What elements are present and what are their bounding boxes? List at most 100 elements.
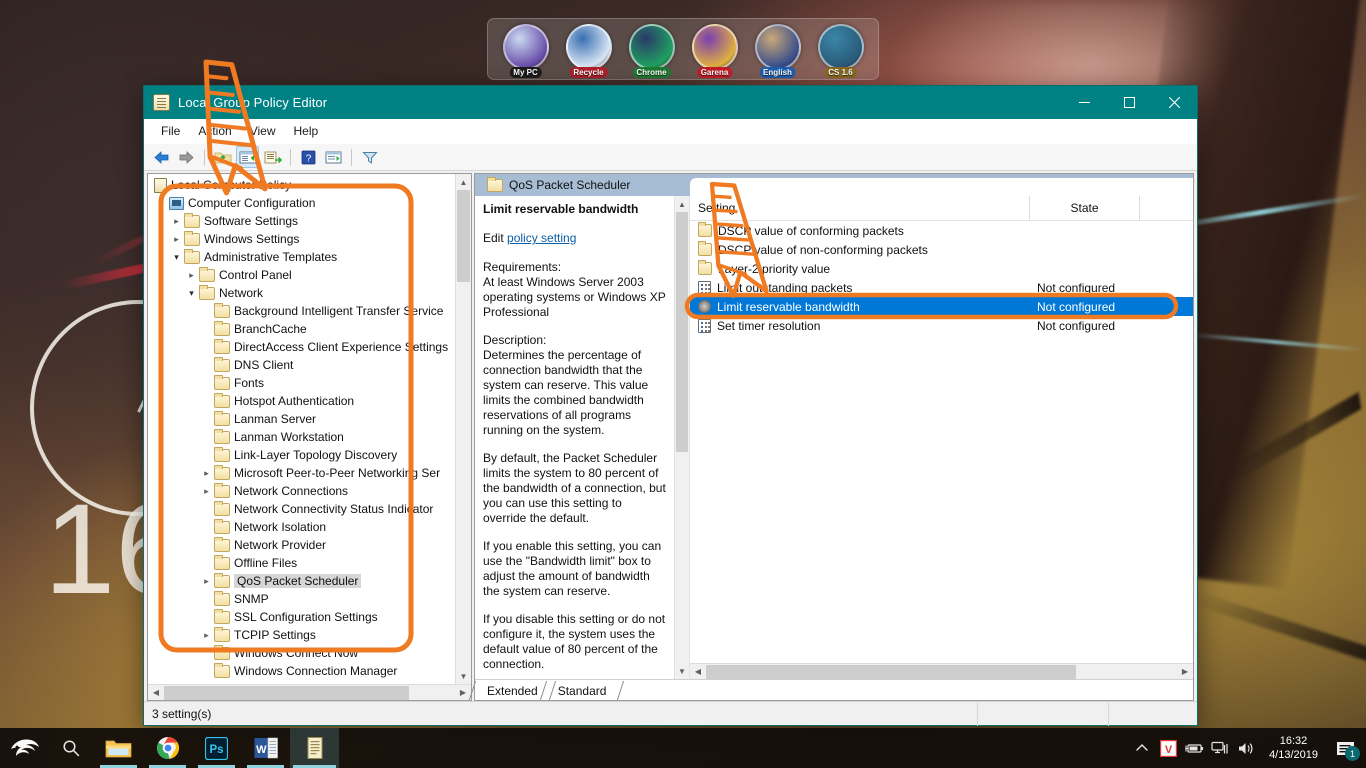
- kali-dragon-icon[interactable]: [0, 728, 48, 768]
- filter-icon[interactable]: [358, 146, 381, 168]
- tree-horizontal-scrollbar[interactable]: ◀ ▶: [148, 684, 471, 700]
- tree-hscroll-track[interactable]: [164, 685, 455, 701]
- table-row[interactable]: Limit reservable bandwidth Not configured: [690, 297, 1193, 316]
- battery-icon[interactable]: [1181, 728, 1207, 768]
- list-hscroll-thumb[interactable]: [706, 664, 1076, 679]
- menu-view[interactable]: View: [241, 121, 285, 141]
- taskbar-app-chrome[interactable]: [143, 728, 192, 768]
- tree-item-network[interactable]: ▾ Network: [148, 284, 455, 302]
- column-header-state[interactable]: State: [1030, 196, 1140, 220]
- tree-hscroll-thumb[interactable]: [164, 685, 409, 700]
- window-titlebar[interactable]: Local Group Policy Editor: [144, 86, 1197, 119]
- list-hscroll-track[interactable]: [706, 664, 1177, 680]
- taskbar-clock[interactable]: 16:32 4/13/2019: [1259, 734, 1328, 762]
- tree-item-microsoft-peer-to-peer-networking-ser[interactable]: ▸ Microsoft Peer-to-Peer Networking Ser: [148, 464, 455, 482]
- scroll-left-icon[interactable]: ◀: [148, 685, 164, 701]
- dock-item-cs-1-6[interactable]: CS 1.6: [813, 21, 869, 78]
- dock-item-english[interactable]: English: [750, 21, 806, 78]
- table-row[interactable]: Set timer resolution Not configured: [690, 316, 1193, 335]
- tab-extended[interactable]: Extended: [477, 681, 548, 700]
- chevron-down-icon[interactable]: ▾: [169, 248, 184, 266]
- list-scroll-left-icon[interactable]: ◀: [690, 664, 706, 680]
- forward-arrow-icon[interactable]: [175, 146, 198, 168]
- vlc-icon[interactable]: V: [1155, 728, 1181, 768]
- tree-item-hotspot-authentication[interactable]: Hotspot Authentication: [148, 392, 455, 410]
- tree-item-lanman-server[interactable]: Lanman Server: [148, 410, 455, 428]
- dock-item-recycle[interactable]: Recycle: [561, 21, 617, 78]
- show-hidden-icons-icon[interactable]: [1129, 728, 1155, 768]
- tree-item-directaccess-client-experience-settings[interactable]: DirectAccess Client Experience Settings: [148, 338, 455, 356]
- network-icon[interactable]: [1207, 728, 1233, 768]
- description-scroll-track[interactable]: [675, 212, 689, 663]
- tree-item-ssl-configuration-settings[interactable]: SSL Configuration Settings: [148, 608, 455, 626]
- tree-item-windows-connection-manager[interactable]: Windows Connection Manager: [148, 662, 455, 680]
- column-header-setting[interactable]: Setting: [690, 196, 1030, 220]
- taskbar-app-word[interactable]: W: [241, 728, 290, 768]
- list-scroll-right-icon[interactable]: ▶: [1177, 664, 1193, 680]
- tree-item-network-provider[interactable]: Network Provider: [148, 536, 455, 554]
- dock-item-my-pc[interactable]: My PC: [498, 21, 554, 78]
- description-scroll-thumb[interactable]: [676, 212, 688, 452]
- search-icon[interactable]: [48, 728, 94, 768]
- chevron-right-icon[interactable]: ▸: [199, 464, 214, 482]
- tree-item-background-intelligent-transfer-service[interactable]: Background Intelligent Transfer Service: [148, 302, 455, 320]
- scroll-down-icon[interactable]: ▼: [456, 668, 471, 684]
- tree-item-windows-settings[interactable]: ▸ Windows Settings: [148, 230, 455, 248]
- description-scroll-down-icon[interactable]: ▼: [675, 663, 689, 679]
- tree-scroll-thumb[interactable]: [457, 190, 470, 282]
- tree-item-network-connectivity-status-indicator[interactable]: Network Connectivity Status Indicator: [148, 500, 455, 518]
- tab-standard[interactable]: Standard: [548, 681, 617, 700]
- show-hide-tree-icon[interactable]: [236, 146, 259, 168]
- chevron-right-icon[interactable]: ▸: [199, 482, 214, 500]
- tree-item-control-panel[interactable]: ▸ Control Panel: [148, 266, 455, 284]
- tree-item-dns-client[interactable]: DNS Client: [148, 356, 455, 374]
- tree-item-computer-configuration[interactable]: ▾ Computer Configuration: [148, 194, 455, 212]
- export-list-icon[interactable]: [261, 146, 284, 168]
- tree-item-tcpip-settings[interactable]: ▸ TCPIP Settings: [148, 626, 455, 644]
- tree-item-snmp[interactable]: SNMP: [148, 590, 455, 608]
- table-row[interactable]: DSCP value of conforming packets: [690, 221, 1193, 240]
- taskbar-app-photoshop[interactable]: Ps: [192, 728, 241, 768]
- tree-item-fonts[interactable]: Fonts: [148, 374, 455, 392]
- menu-help[interactable]: Help: [285, 121, 328, 141]
- table-row[interactable]: DSCP value of non-conforming packets: [690, 240, 1193, 259]
- tree-item-lanman-workstation[interactable]: Lanman Workstation: [148, 428, 455, 446]
- properties-icon[interactable]: [322, 146, 345, 168]
- tree-item-network-isolation[interactable]: Network Isolation: [148, 518, 455, 536]
- table-row[interactable]: Limit outstanding packets Not configured: [690, 278, 1193, 297]
- help-icon[interactable]: ?: [297, 146, 320, 168]
- tree-item-administrative-templates[interactable]: ▾ Administrative Templates: [148, 248, 455, 266]
- results-pane-tab[interactable]: QoS Packet Scheduler: [481, 174, 640, 196]
- dock-item-garena[interactable]: Garena: [687, 21, 743, 78]
- tree-item-network-connections[interactable]: ▸ Network Connections: [148, 482, 455, 500]
- chevron-right-icon[interactable]: ▸: [169, 230, 184, 248]
- tree-root-local-computer-policy[interactable]: Local Computer Policy: [148, 176, 455, 194]
- table-row[interactable]: Layer-2 priority value: [690, 259, 1193, 278]
- description-vertical-scrollbar[interactable]: ▲ ▼: [674, 196, 689, 679]
- menu-file[interactable]: File: [152, 121, 189, 141]
- tree-item-windows-connect-now[interactable]: Windows Connect Now: [148, 644, 455, 662]
- column-header-comment[interactable]: [1140, 196, 1193, 220]
- maximize-button[interactable]: [1107, 86, 1152, 119]
- back-arrow-icon[interactable]: [150, 146, 173, 168]
- taskbar-app-group-policy-editor[interactable]: [290, 728, 339, 768]
- chevron-right-icon[interactable]: ▸: [169, 212, 184, 230]
- tree-item-qos-packet-scheduler[interactable]: ▸ QoS Packet Scheduler: [148, 572, 455, 590]
- menu-action[interactable]: Action: [189, 121, 240, 141]
- tree-item-offline-files[interactable]: Offline Files: [148, 554, 455, 572]
- minimize-button[interactable]: [1062, 86, 1107, 119]
- chevron-right-icon[interactable]: ▸: [199, 572, 214, 590]
- chevron-right-icon[interactable]: ▸: [199, 626, 214, 644]
- chevron-down-icon[interactable]: ▾: [154, 194, 169, 212]
- dock-item-chrome[interactable]: Chrome: [624, 21, 680, 78]
- close-button[interactable]: [1152, 86, 1197, 119]
- taskbar-app-file-explorer[interactable]: [94, 728, 143, 768]
- chevron-right-icon[interactable]: ▸: [184, 266, 199, 284]
- tree-scroll-track[interactable]: [456, 190, 471, 668]
- description-scroll-up-icon[interactable]: ▲: [675, 196, 689, 212]
- volume-icon[interactable]: [1233, 728, 1259, 768]
- settings-list-horizontal-scrollbar[interactable]: ◀ ▶: [690, 663, 1193, 679]
- tree-vertical-scrollbar[interactable]: ▲ ▼: [455, 174, 471, 684]
- tree-item-branchcache[interactable]: BranchCache: [148, 320, 455, 338]
- action-center-icon[interactable]: 1: [1328, 728, 1362, 768]
